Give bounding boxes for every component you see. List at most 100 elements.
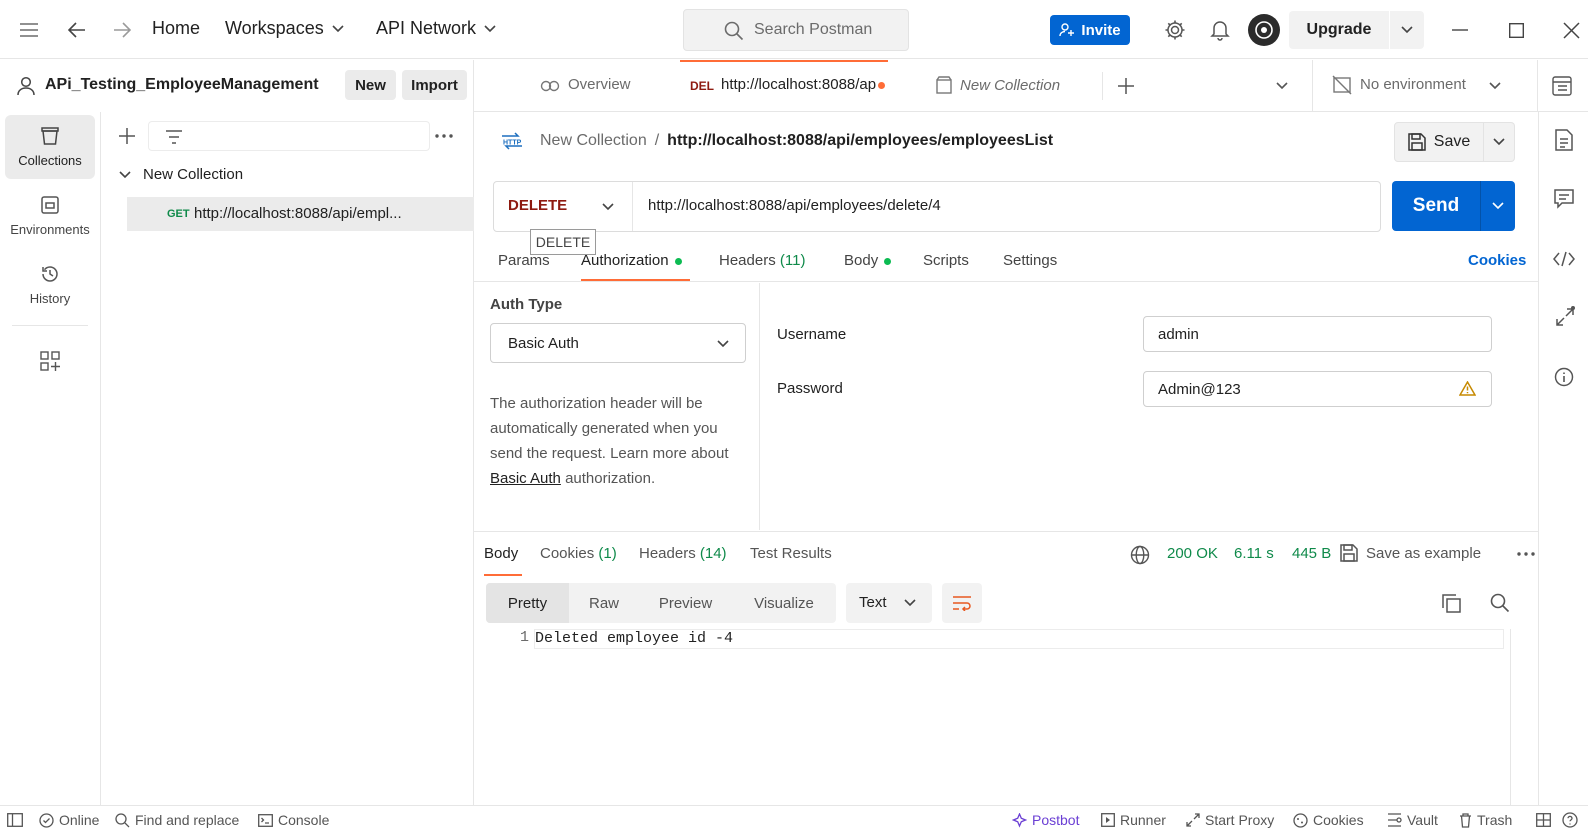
- environments-icon: [40, 195, 60, 215]
- scrollbar[interactable]: [1510, 629, 1511, 805]
- vault-button[interactable]: Vault: [1387, 812, 1438, 828]
- more-options-icon[interactable]: [434, 128, 454, 144]
- code-line[interactable]: Deleted employee id -4: [534, 629, 1504, 649]
- search-icon[interactable]: [1489, 592, 1511, 614]
- related-collections-icon[interactable]: [1553, 305, 1577, 329]
- console-button[interactable]: Console: [258, 812, 329, 828]
- two-pane-view-icon[interactable]: [1535, 813, 1551, 827]
- trash-button[interactable]: Trash: [1459, 812, 1512, 828]
- info-icon[interactable]: [1553, 366, 1575, 388]
- sidebar-request-item[interactable]: GET http://localhost:8088/api/empl...: [127, 197, 474, 231]
- resp-tab-cookies[interactable]: Cookies (1): [540, 545, 617, 562]
- upgrade-chevron-down-icon[interactable]: [1390, 11, 1424, 49]
- resp-tab-test-results[interactable]: Test Results: [750, 545, 832, 562]
- sidebar-search-input[interactable]: [148, 121, 430, 151]
- response-body-text: Deleted employee id -4: [535, 630, 734, 647]
- breadcrumb-current[interactable]: http://localhost:8088/api/employees/empl…: [667, 132, 1053, 150]
- resp-tab-body[interactable]: Body: [484, 545, 522, 577]
- postbot-button[interactable]: Postbot: [1012, 812, 1079, 828]
- start-proxy-label: Start Proxy: [1205, 812, 1275, 828]
- view-pretty[interactable]: Pretty: [486, 583, 569, 623]
- copy-icon[interactable]: [1440, 592, 1462, 614]
- auth-type-select[interactable]: Basic Auth: [490, 323, 746, 363]
- rail-history[interactable]: History: [5, 253, 95, 317]
- upgrade-button[interactable]: Upgrade: [1289, 11, 1389, 49]
- basic-auth-link[interactable]: Basic Auth: [490, 470, 561, 487]
- postbot-label: Postbot: [1032, 812, 1080, 828]
- tab-headers[interactable]: Headers (11): [719, 252, 805, 269]
- rail-environments[interactable]: Environments: [5, 184, 95, 248]
- view-visualize[interactable]: Visualize: [732, 583, 836, 623]
- find-replace-button[interactable]: Find and replace: [115, 812, 239, 828]
- new-button[interactable]: New: [345, 70, 396, 100]
- response-view-toggle: Pretty Raw Preview Visualize: [486, 583, 836, 623]
- username-field[interactable]: admin: [1143, 316, 1492, 352]
- add-widgets-icon[interactable]: [38, 349, 62, 373]
- home-link[interactable]: Home: [152, 18, 200, 39]
- url-input[interactable]: http://localhost:8088/api/employees/dele…: [648, 197, 941, 214]
- breadcrumb-parent[interactable]: New Collection: [540, 132, 647, 150]
- environment-quick-look-icon[interactable]: [1550, 74, 1574, 98]
- password-field[interactable]: Admin@123: [1143, 371, 1492, 407]
- send-chevron-down-icon[interactable]: [1480, 181, 1515, 231]
- maximize-icon[interactable]: [1506, 20, 1526, 40]
- method-selector[interactable]: DELETE: [494, 182, 632, 231]
- save-as-example-button[interactable]: Save as example: [1340, 544, 1481, 562]
- workspaces-menu[interactable]: Workspaces: [225, 18, 344, 39]
- start-proxy-button[interactable]: Start Proxy: [1186, 812, 1274, 828]
- tab-active-request[interactable]: DEL http://localhost:8088/ap: [680, 60, 888, 112]
- help-icon[interactable]: [1562, 812, 1578, 828]
- import-button[interactable]: Import: [402, 70, 467, 100]
- cookies-link[interactable]: Cookies: [1468, 252, 1526, 269]
- minimize-icon[interactable]: [1450, 20, 1470, 40]
- tab-settings[interactable]: Settings: [1003, 252, 1057, 269]
- toggle-sidebar-icon[interactable]: [7, 813, 23, 827]
- comments-icon[interactable]: [1553, 188, 1575, 210]
- status-code[interactable]: 200 OK: [1167, 545, 1218, 562]
- tab-new-collection[interactable]: New Collection: [936, 76, 1060, 94]
- code-snippet-icon[interactable]: [1552, 248, 1576, 270]
- tab-body[interactable]: Body: [844, 252, 892, 269]
- more-options-icon[interactable]: [1517, 552, 1535, 556]
- collection-tree-item[interactable]: New Collection: [119, 166, 243, 183]
- tab-authorization[interactable]: Authorization: [581, 252, 690, 282]
- tab-body-label: Body: [844, 252, 879, 269]
- environment-selector[interactable]: No environment: [1332, 75, 1507, 99]
- runner-button[interactable]: Runner: [1101, 812, 1166, 828]
- save-button[interactable]: Save: [1394, 122, 1484, 162]
- auth-type-value: Basic Auth: [508, 335, 579, 352]
- response-size[interactable]: 445 B: [1292, 545, 1331, 562]
- menu-icon[interactable]: [18, 20, 40, 40]
- wrap-lines-icon[interactable]: [942, 583, 982, 623]
- rail-collections[interactable]: Collections: [5, 115, 95, 179]
- workspace-name[interactable]: APi_Testing_EmployeeManagement: [45, 76, 319, 94]
- new-tab-plus-icon[interactable]: [1116, 76, 1136, 96]
- documentation-icon[interactable]: [1553, 128, 1575, 152]
- view-preview[interactable]: Preview: [639, 583, 732, 623]
- save-chevron-down-icon[interactable]: [1484, 122, 1515, 162]
- tab-overview[interactable]: Overview: [540, 76, 631, 93]
- avatar[interactable]: [1248, 14, 1280, 46]
- forward-arrow-icon[interactable]: [111, 19, 133, 41]
- url-divider: [632, 182, 633, 231]
- close-icon[interactable]: [1560, 19, 1582, 41]
- back-arrow-icon[interactable]: [66, 19, 88, 41]
- invite-button[interactable]: Invite: [1050, 15, 1130, 45]
- view-raw[interactable]: Raw: [569, 583, 639, 623]
- cookies-button[interactable]: Cookies: [1293, 812, 1364, 828]
- collection-icon: [936, 76, 952, 94]
- api-network-menu[interactable]: API Network: [376, 18, 496, 39]
- resp-tab-headers[interactable]: Headers (14): [639, 545, 727, 562]
- online-status[interactable]: Online: [39, 812, 99, 828]
- bell-icon[interactable]: [1208, 18, 1232, 42]
- active-tab-indicator: [680, 60, 888, 62]
- send-button[interactable]: Send: [1392, 181, 1480, 231]
- add-plus-icon[interactable]: [117, 126, 137, 146]
- tabs-overflow-chevron-down-icon[interactable]: [1272, 78, 1292, 94]
- format-select[interactable]: Text: [846, 583, 932, 623]
- response-time[interactable]: 6.11 s: [1234, 545, 1274, 562]
- tab-scripts[interactable]: Scripts: [923, 252, 969, 269]
- globe-icon[interactable]: [1130, 545, 1150, 565]
- search-input[interactable]: Search Postman: [683, 9, 909, 51]
- gear-icon[interactable]: [1163, 18, 1187, 42]
